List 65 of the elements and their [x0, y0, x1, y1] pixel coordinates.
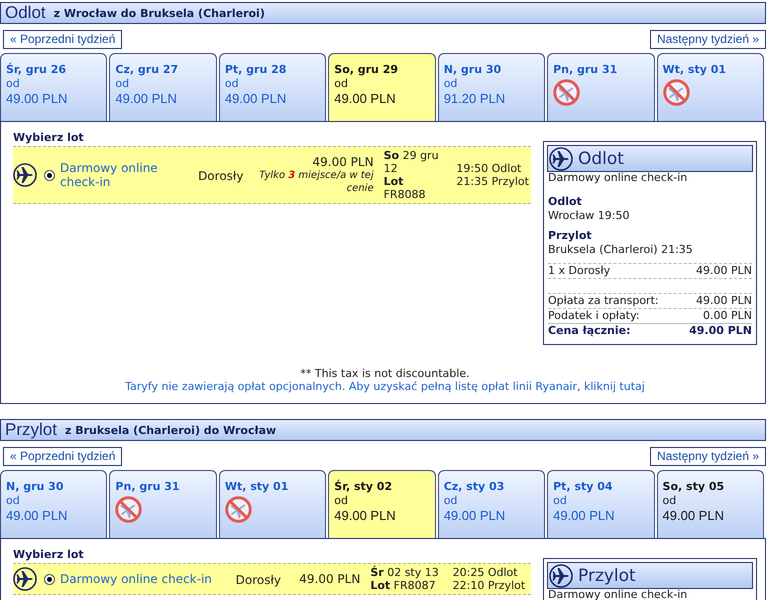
- plane-icon: [13, 163, 37, 187]
- fee-label: Opłata za transport:: [548, 294, 659, 308]
- leg-place-time: Wrocław 19:50: [548, 209, 631, 223]
- previous-week-button[interactable]: « Poprzedni tydzień: [3, 30, 122, 49]
- date-tab[interactable]: Cz, gru 27 od 49.00 PLN: [109, 53, 217, 121]
- passenger-type-text: Dorosły: [236, 573, 281, 587]
- previous-week-button[interactable]: « Poprzedni tydzień: [3, 447, 122, 466]
- plane-icon: [13, 567, 37, 591]
- seats-left-note: Tylko 3 miejsce/a w tej cenie: [258, 169, 374, 195]
- arrival-time: 22:10 Przylot: [452, 579, 526, 592]
- summary-title: Odlot: [578, 148, 624, 168]
- choose-flight-heading: Wybierz lot: [13, 131, 85, 145]
- price-text: 49.00 PLN: [298, 572, 360, 586]
- leg-label: Odlot: [548, 195, 583, 209]
- date-tab[interactable]: So, sty 05 od 49.00 PLN: [656, 470, 764, 538]
- passenger-label: 1 x Dorosły: [548, 264, 610, 278]
- date-tab[interactable]: Wt, sty 01: [218, 470, 326, 538]
- section-title: Odlot: [5, 3, 46, 23]
- tax-note: ** This tax is not discountable.: [300, 367, 470, 380]
- fare-link[interactable]: Darmowy online check-in: [60, 161, 182, 189]
- next-week-button[interactable]: Następny tydzień »: [650, 447, 766, 466]
- next-week-button[interactable]: Następny tydzień »: [650, 30, 766, 49]
- leg-place-time: Bruksela (Charleroi) 21:35: [548, 243, 694, 257]
- departure-time: 20:25 Odlot: [452, 566, 519, 579]
- flight-number: Lot FR8087: [370, 579, 437, 592]
- date-tab[interactable]: So, gru 29 od 49.00 PLN: [328, 53, 436, 121]
- departure-time: 19:50 Odlot: [456, 162, 522, 175]
- date-tab[interactable]: Śr, sty 02 od 49.00 PLN: [328, 470, 436, 538]
- prohibited-plane-icon: [115, 496, 142, 523]
- route-text: z Bruksela (Charleroi) do Wrocław: [64, 423, 276, 439]
- total-amount: 49.00 PLN: [689, 324, 752, 338]
- fee-amount: 0.00 PLN: [703, 309, 752, 323]
- fee-amount: 49.00 PLN: [696, 294, 752, 308]
- date-tab[interactable]: Cz, sty 03 od 49.00 PLN: [438, 470, 546, 538]
- arrival-time: 21:35 Przylot: [456, 175, 529, 188]
- total-label: Cena łącznie:: [548, 324, 631, 338]
- fare-link[interactable]: Darmowy online check-in: [60, 572, 220, 586]
- date-tab[interactable]: N, gru 30 od 91.20 PLN: [438, 53, 546, 121]
- date-tab[interactable]: Wt, sty 01: [656, 53, 764, 121]
- leg-label: Przylot: [548, 229, 593, 243]
- fees-info-link[interactable]: Taryfy nie zawierają opłat opcjonalnych. Aby uzyskać pełną listę opłat linii Ryanair, kliknij tutaj: [125, 380, 645, 393]
- date-tab[interactable]: N, gru 30 od 49.00 PLN: [0, 470, 108, 538]
- date-tab[interactable]: Śr, gru 26 od 49.00 PLN: [0, 53, 108, 121]
- fare-type-text: Darmowy online check-in: [548, 589, 688, 600]
- fare-type-text: Darmowy online check-in: [548, 172, 688, 184]
- radio-button[interactable]: [44, 170, 55, 180]
- route-text: z Wrocław do Bruksela (Charleroi): [54, 6, 265, 22]
- summary-title: Przylot: [578, 566, 636, 586]
- flight-date: Śr 02 sty 13: [370, 566, 440, 579]
- flight-date: So 29 gru 12: [384, 149, 440, 175]
- passenger-type-text: Dorosły: [198, 169, 244, 183]
- date-tab[interactable]: Pn, gru 31: [547, 53, 655, 121]
- date-tab[interactable]: Pt, sty 04 od 49.00 PLN: [547, 470, 655, 538]
- prohibited-plane-icon: [224, 496, 252, 523]
- passenger-amount: 49.00 PLN: [696, 264, 752, 278]
- choose-flight-heading: Wybierz lot: [13, 548, 85, 562]
- prohibited-plane-icon: [662, 79, 690, 106]
- fee-label: Podatek i opłaty:: [548, 309, 640, 323]
- date-tab[interactable]: Pn, gru 31: [109, 470, 217, 538]
- flight-number: Lot FR8088: [384, 175, 427, 201]
- radio-button[interactable]: [44, 574, 55, 584]
- price-text: 49.00 PLN: [312, 155, 374, 169]
- section-title: Przylot: [5, 420, 57, 440]
- date-tab[interactable]: Pt, gru 28 od 49.00 PLN: [218, 53, 326, 121]
- prohibited-plane-icon: [553, 79, 580, 106]
